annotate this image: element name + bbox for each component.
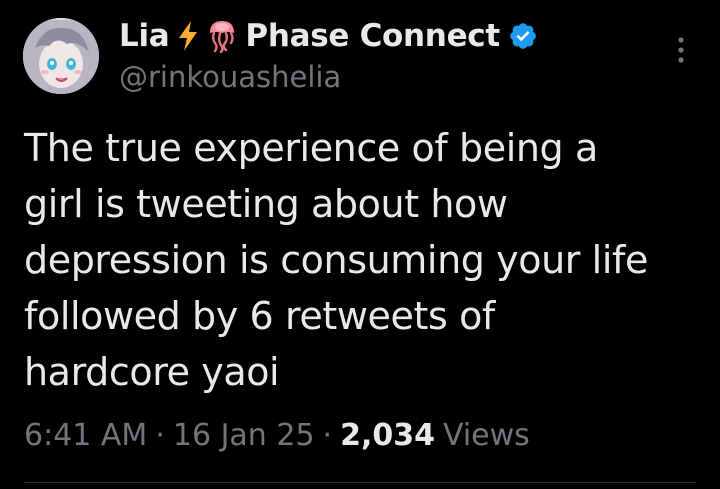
- jellyfish-icon: [207, 19, 237, 53]
- meta-separator: ·: [155, 418, 165, 453]
- author-name-row[interactable]: Lia Phase Connect: [119, 14, 538, 58]
- display-name[interactable]: Lia: [119, 18, 170, 54]
- tweet-time[interactable]: 6:41 AM: [24, 418, 147, 453]
- lightning-bolt-icon: [177, 21, 199, 51]
- views-count[interactable]: 2,034: [340, 418, 435, 453]
- verified-badge-icon[interactable]: [508, 21, 538, 51]
- tweet-meta: 6:41 AM · 16 Jan 25 · 2,034 Views: [24, 418, 530, 453]
- tweet-text: The true experience of being a girl is t…: [24, 126, 648, 394]
- more-options-button[interactable]: [664, 30, 698, 70]
- avatar[interactable]: [23, 18, 99, 94]
- author-handle[interactable]: @rinkouashelia: [119, 60, 341, 94]
- divider: [24, 482, 696, 483]
- tweet-date[interactable]: 16 Jan 25: [173, 418, 315, 453]
- meta-separator: ·: [322, 418, 333, 453]
- views-label[interactable]: Views: [443, 418, 530, 453]
- more-vertical-icon: [678, 37, 684, 63]
- affiliation-name: Phase Connect: [245, 18, 500, 54]
